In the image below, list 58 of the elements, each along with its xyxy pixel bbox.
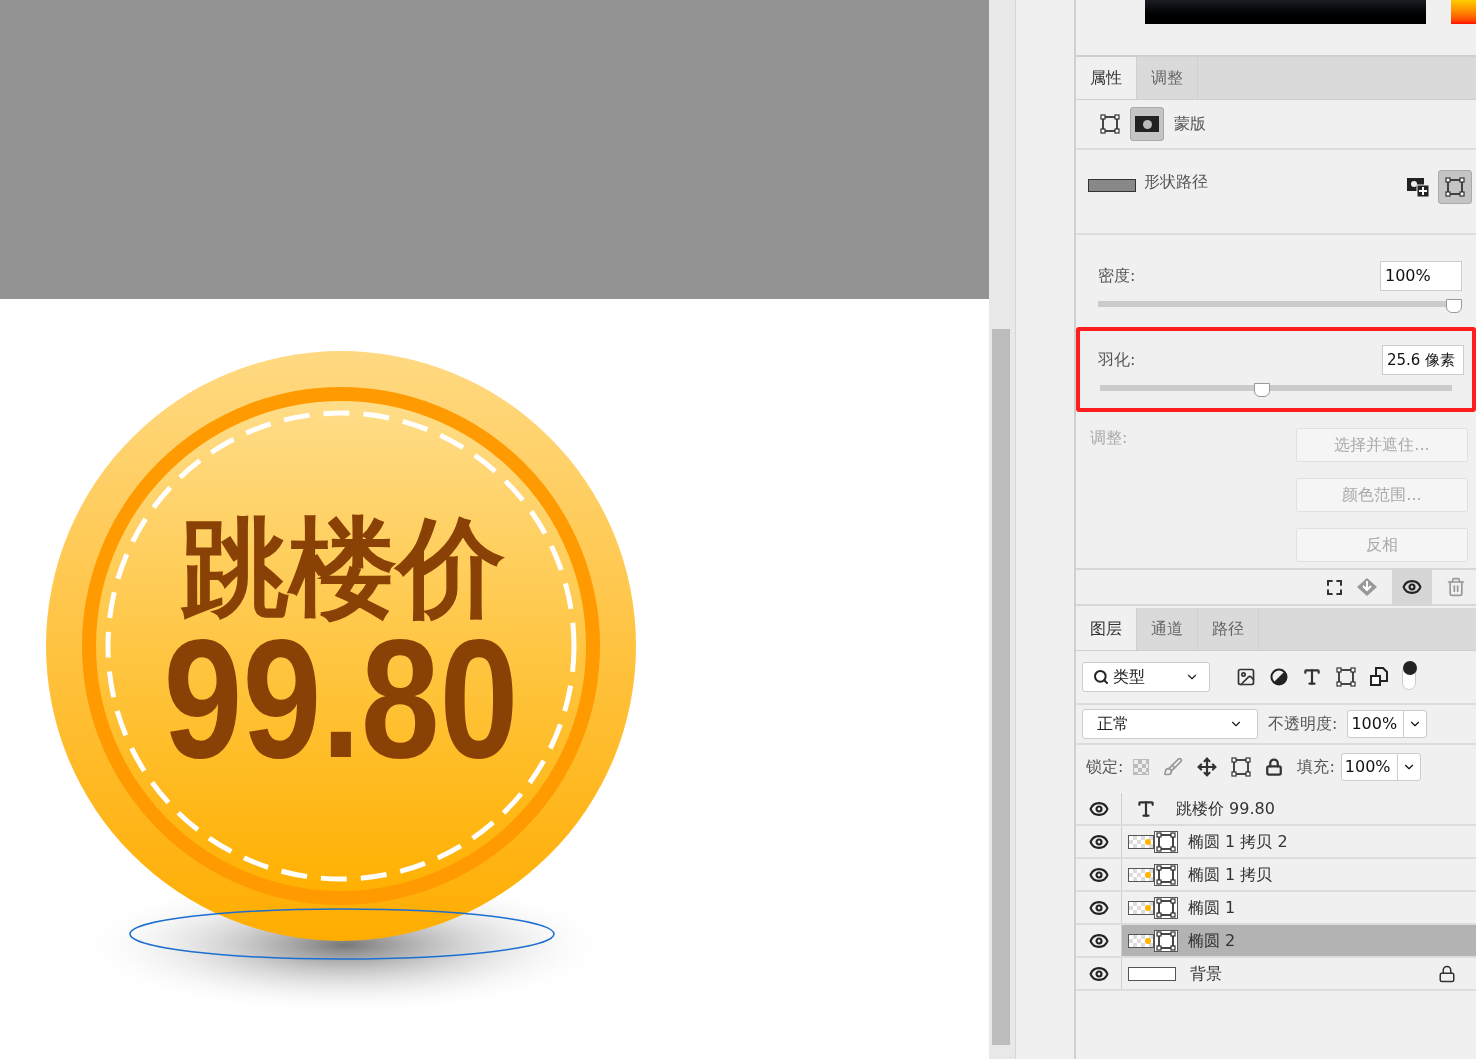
opacity-field[interactable]: 100% (1347, 710, 1428, 738)
fill-label: 填充: (1297, 756, 1335, 778)
layer-row[interactable]: 椭圆 1 拷贝 (1122, 859, 1476, 890)
layer-thumbnail (1128, 966, 1176, 981)
layer-name: 背景 (1190, 962, 1222, 985)
visibility-toggle[interactable] (1392, 569, 1432, 605)
apply-mask-icon[interactable] (1356, 577, 1378, 597)
lock-label: 锁定: (1086, 756, 1124, 778)
layer-name: 椭圆 1 拷贝 2 (1188, 830, 1288, 853)
layer-thumbnail (1128, 933, 1154, 948)
opacity-label: 不透明度: (1268, 713, 1338, 735)
fill-field[interactable]: 100% (1340, 753, 1421, 781)
add-mask-icon[interactable] (1406, 176, 1430, 198)
layer-row[interactable]: 椭圆 1 拷贝 2 (1122, 826, 1476, 857)
pixel-mask-icon (1100, 114, 1120, 134)
text-layer-icon (1136, 798, 1156, 819)
layer-name: 跳楼价 99.80 (1176, 797, 1275, 820)
layer-name: 椭圆 1 (1188, 896, 1236, 919)
move-icon[interactable] (1197, 757, 1218, 777)
shape-filter-icon (1336, 667, 1356, 687)
density-field[interactable]: 100% (1380, 261, 1462, 291)
filter-toggle[interactable] (1402, 664, 1416, 690)
panel-tab[interactable]: 图层 (1076, 608, 1137, 650)
slider-thumb[interactable] (1446, 299, 1462, 313)
search-icon (1093, 669, 1109, 685)
layer-thumbnail (1128, 834, 1154, 849)
filter-dropdown[interactable]: 类型 (1082, 662, 1210, 692)
panel-tab[interactable]: 属性 (1076, 57, 1137, 99)
mask-label: 蒙版 (1174, 113, 1206, 135)
adjustment-filter-icon[interactable] (1270, 668, 1288, 686)
feather-label: 羽化: (1098, 349, 1136, 371)
image-filter-icon[interactable] (1236, 667, 1256, 687)
feather-field[interactable]: 25.6 像素 (1382, 345, 1464, 375)
artboard-lock-icon (1231, 757, 1252, 777)
shape-path-label: 形状路径 (1144, 171, 1208, 193)
refine-label: 调整: (1090, 427, 1129, 449)
type-filter-icon[interactable] (1302, 667, 1322, 687)
path-thumbnail (1088, 179, 1136, 192)
layer-name: 椭圆 2 (1188, 929, 1236, 952)
layer-row[interactable]: 跳楼价 99.80 (1122, 793, 1476, 824)
vector-mask-mode-button[interactable] (1438, 170, 1472, 204)
layer-thumbnail (1128, 867, 1154, 882)
vector-mask-button[interactable] (1130, 107, 1164, 141)
layer-thumbnail (1128, 900, 1154, 915)
slider-thumb[interactable] (1253, 383, 1270, 397)
layer-row[interactable]: 椭圆 2 (1122, 925, 1476, 956)
layer-name: 椭圆 1 拷贝 (1188, 863, 1273, 886)
layer-row[interactable]: 椭圆 1 (1122, 892, 1476, 923)
eye-icon (1402, 577, 1422, 597)
lock-icon[interactable] (1265, 758, 1284, 776)
blend-mode-dropdown[interactable]: 正常 (1082, 709, 1258, 739)
hue-strip (1451, 0, 1476, 24)
smart-object-filter-icon[interactable] (1370, 667, 1388, 687)
scrollbar-thumb[interactable] (992, 329, 1010, 1045)
density-label: 密度: (1098, 265, 1136, 287)
layer-row[interactable]: 背景 (1122, 958, 1476, 989)
selection-icon[interactable] (1327, 579, 1342, 595)
filled-shape-icon (1445, 177, 1465, 197)
